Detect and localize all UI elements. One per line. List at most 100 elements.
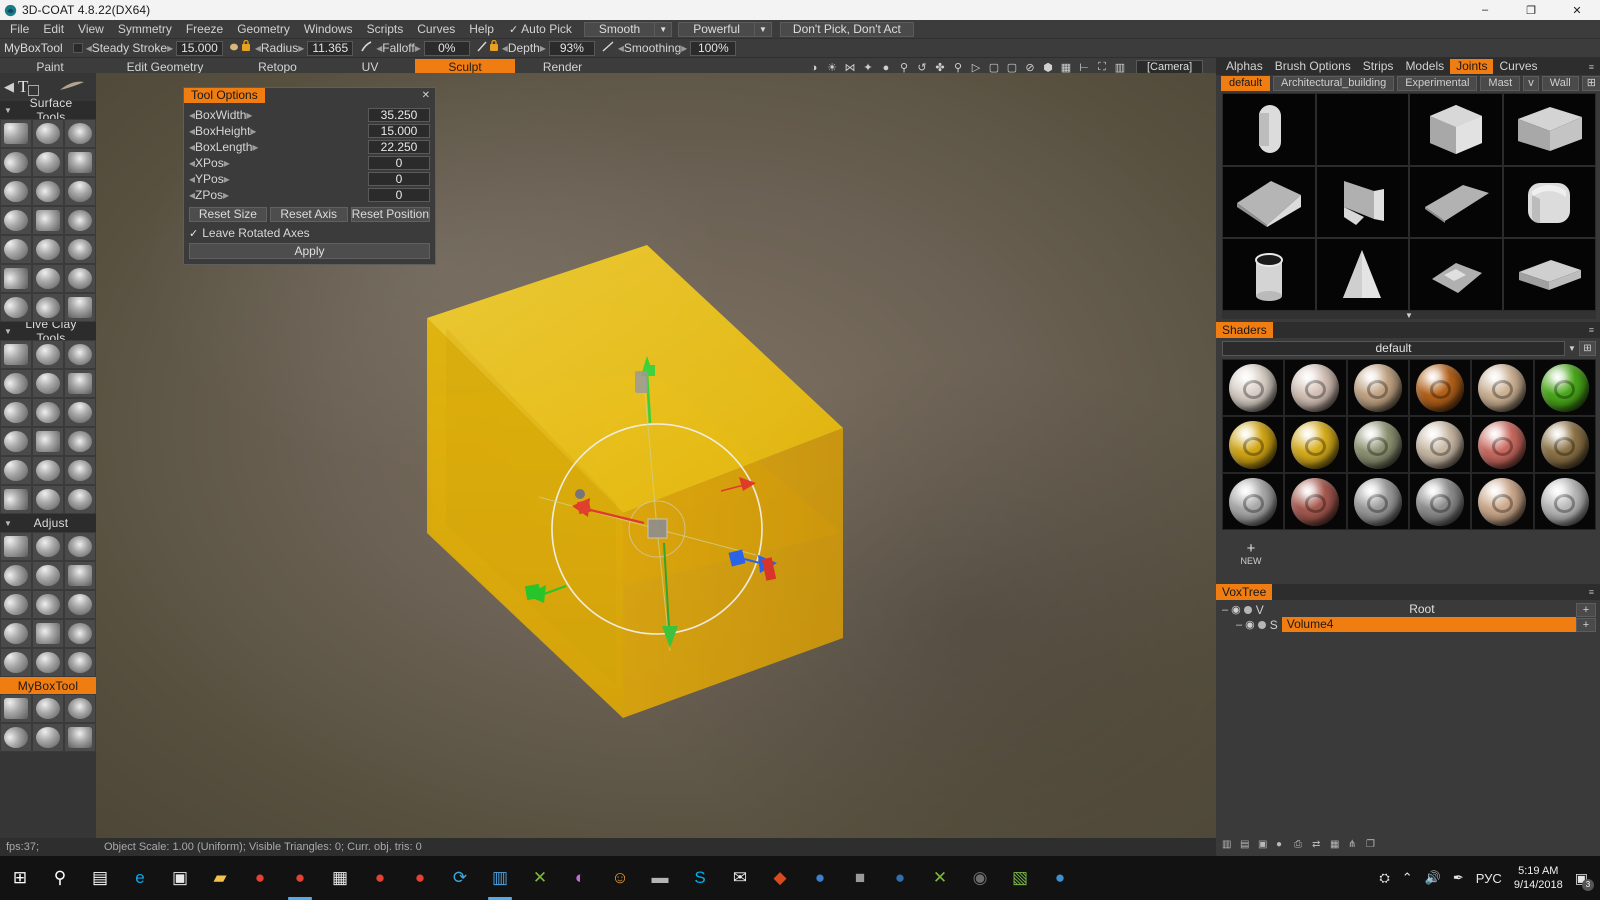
- menu-item-edit[interactable]: Edit: [36, 20, 71, 39]
- skype-green[interactable]: ✕: [920, 856, 960, 900]
- shader-cell-0[interactable]: [1222, 359, 1285, 416]
- powerful-combo[interactable]: Powerful ▼: [678, 21, 772, 37]
- tool-adjust-5[interactable]: [64, 561, 96, 590]
- transform-icon[interactable]: ❐: [1366, 839, 1377, 850]
- pen-icon[interactable]: ✒: [1453, 870, 1464, 886]
- model-cell-pyramid-cut[interactable]: [1409, 238, 1503, 311]
- shader-cell-4[interactable]: [1471, 359, 1534, 416]
- swap-icon[interactable]: ⇄: [1312, 839, 1323, 850]
- model-cell-plane-fold[interactable]: [1315, 165, 1409, 239]
- clock[interactable]: 5:19 AM 9/14/2018: [1514, 864, 1563, 892]
- tool-surface-tools-4[interactable]: [32, 148, 64, 177]
- tool-live-clay-tools-13[interactable]: [32, 456, 64, 485]
- language-indicator[interactable]: РУС: [1476, 871, 1502, 886]
- add-shader-icon[interactable]: ⊞: [1579, 341, 1596, 356]
- right-tab-joints[interactable]: Joints: [1450, 59, 1494, 74]
- blue-app-1[interactable]: ●: [800, 856, 840, 900]
- smoothing-icon[interactable]: [602, 40, 615, 56]
- maximize-button[interactable]: ❐: [1508, 0, 1554, 20]
- notepad-app[interactable]: ▥: [480, 856, 520, 900]
- terminal-app[interactable]: ▬: [640, 856, 680, 900]
- tool-extra-3[interactable]: [0, 723, 32, 752]
- shader-cell-17[interactable]: [1533, 473, 1596, 530]
- reset-button-1[interactable]: Reset Axis: [269, 207, 348, 222]
- depth-lock-icon[interactable]: [477, 39, 499, 56]
- tool-surface-tools-13[interactable]: [32, 235, 64, 264]
- back-arrow-icon[interactable]: ◀: [4, 79, 14, 95]
- brush-lock-icon[interactable]: [229, 39, 252, 56]
- shaders-menu-icon[interactable]: ≡: [1589, 325, 1600, 335]
- shader-cell-13[interactable]: [1284, 473, 1347, 530]
- tool-live-clay-tools-2[interactable]: [64, 340, 96, 369]
- apply-button[interactable]: Apply: [189, 243, 430, 259]
- layer-dot-icon[interactable]: [1243, 605, 1252, 614]
- model-cell-capsule[interactable]: [1222, 93, 1316, 166]
- right-tab-models[interactable]: Models: [1399, 59, 1450, 74]
- right-tab-brush-options[interactable]: Brush Options: [1269, 59, 1357, 74]
- tool-live-clay-tools-1[interactable]: [32, 340, 64, 369]
- right-tab-strips[interactable]: Strips: [1357, 59, 1400, 74]
- blue-app-3[interactable]: ●: [1040, 856, 1080, 900]
- tool-surface-tools-0[interactable]: [0, 119, 32, 148]
- model-cell-cone[interactable]: [1315, 238, 1409, 311]
- tool-adjust-0[interactable]: [0, 532, 32, 561]
- menu-item-file[interactable]: File: [3, 20, 36, 39]
- task-view-button[interactable]: ▤: [80, 856, 120, 900]
- tool-adjust-1[interactable]: [32, 532, 64, 561]
- paint-3d[interactable]: ◐: [560, 856, 600, 900]
- param-value-smoothing[interactable]: 100%: [690, 40, 737, 56]
- category-chip-default[interactable]: default: [1221, 76, 1271, 91]
- chevron-up-icon[interactable]: ⌃: [1402, 870, 1413, 886]
- tool-option-value-zpos[interactable]: 0: [368, 188, 430, 202]
- shader-cell-10[interactable]: [1471, 416, 1534, 473]
- param-value-depth[interactable]: 93%: [548, 40, 595, 56]
- tool-live-clay-tools-17[interactable]: [64, 485, 96, 514]
- model-cell-empty[interactable]: [1315, 93, 1409, 166]
- new-shader-button[interactable]: + NEW: [1236, 541, 1266, 566]
- reset-button-0[interactable]: Reset Size: [189, 207, 267, 222]
- model-cell-slab[interactable]: [1502, 238, 1596, 311]
- falloff-curve-icon[interactable]: [360, 40, 373, 56]
- menu-item-view[interactable]: View: [71, 20, 111, 39]
- tool-extra-1[interactable]: [32, 694, 64, 723]
- copy-icon[interactable]: ▣: [1258, 839, 1269, 850]
- shader-select[interactable]: default ▼ ⊞: [1222, 341, 1596, 356]
- tool-surface-tools-12[interactable]: [0, 235, 32, 264]
- shader-cell-14[interactable]: [1346, 473, 1409, 530]
- model-cell-box-long[interactable]: [1502, 93, 1596, 166]
- tool-surface-tools-5[interactable]: [64, 148, 96, 177]
- right-panel-menu-icon[interactable]: ≡: [1589, 62, 1600, 72]
- add-layer-button[interactable]: +: [1576, 602, 1596, 617]
- skype-meetings[interactable]: ✕: [520, 856, 560, 900]
- tool-adjust-3[interactable]: [0, 561, 32, 590]
- skype[interactable]: S: [680, 856, 720, 900]
- tool-live-clay-tools-0[interactable]: [0, 340, 32, 369]
- tool-option-value-ypos[interactable]: 0: [368, 172, 430, 186]
- param-label-depth[interactable]: ◂Depth▸: [502, 41, 546, 55]
- param-toggle-steady-stroke[interactable]: [72, 43, 83, 53]
- tool-option-value-boxheight[interactable]: 15.000: [368, 124, 430, 138]
- param-value-falloff[interactable]: 0%: [423, 40, 470, 56]
- tool-live-clay-tools-6[interactable]: [0, 398, 32, 427]
- printer-icon[interactable]: ⎙: [1294, 839, 1305, 850]
- category-chip-architectural_building[interactable]: Architectural_building: [1273, 76, 1395, 91]
- eye-icon[interactable]: ◉: [1245, 618, 1255, 631]
- tool-surface-tools-16[interactable]: [32, 264, 64, 293]
- dark-app[interactable]: ◉: [960, 856, 1000, 900]
- menu-item-symmetry[interactable]: Symmetry: [111, 20, 179, 39]
- add-layer-button[interactable]: +: [1576, 617, 1596, 632]
- add-folder-icon[interactable]: ⊞: [1581, 76, 1600, 91]
- gray-app[interactable]: ■: [840, 856, 880, 900]
- tool-live-clay-tools-7[interactable]: [32, 398, 64, 427]
- tool-adjust-11[interactable]: [64, 619, 96, 648]
- category-chip-wall[interactable]: Wall: [1541, 76, 1579, 91]
- chevron-down-icon[interactable]: ▼: [753, 22, 771, 36]
- tool-surface-tools-19[interactable]: [32, 293, 64, 322]
- shader-cell-12[interactable]: [1222, 473, 1285, 530]
- tool-adjust-10[interactable]: [32, 619, 64, 648]
- tool-live-clay-tools-9[interactable]: [0, 427, 32, 456]
- layer-dot-icon[interactable]: [1257, 620, 1266, 629]
- tool-option-value-xpos[interactable]: 0: [368, 156, 430, 170]
- tool-option-value-boxwidth[interactable]: 35.250: [368, 108, 430, 122]
- param-label-falloff[interactable]: ◂Falloff▸: [376, 41, 421, 55]
